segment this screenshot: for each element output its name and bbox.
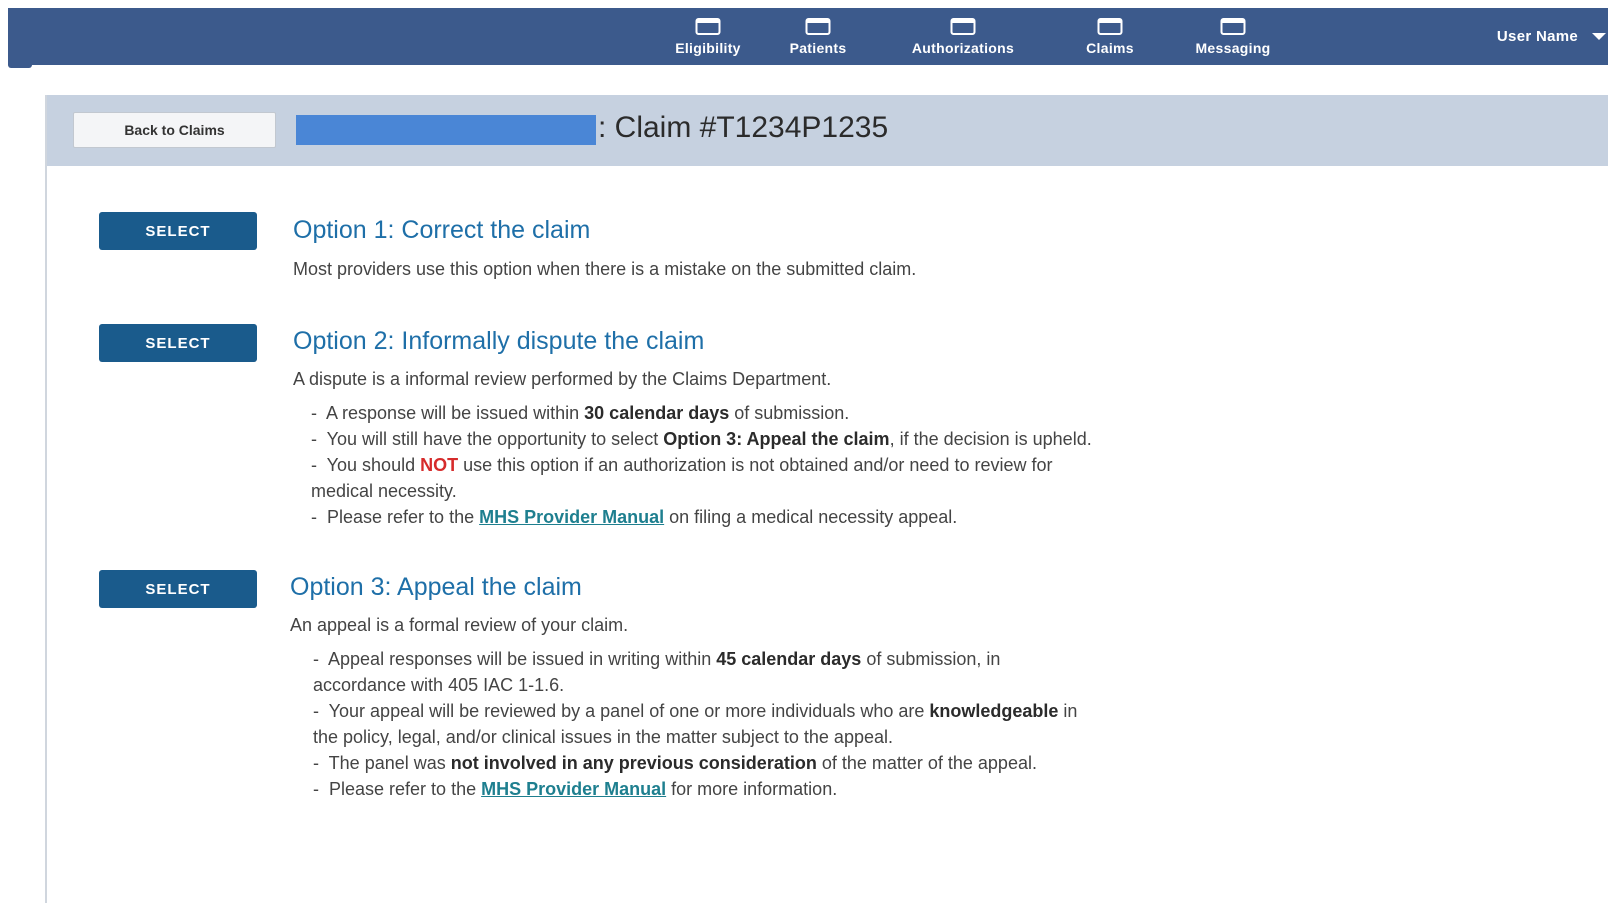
list-item: - Please refer to the MHS Provider Manua…: [313, 779, 838, 799]
messaging-icon: [1220, 18, 1246, 35]
option-1-description: Most providers use this option when ther…: [293, 259, 917, 279]
option-3-details: - Appeal responses will be issued in wri…: [313, 646, 1463, 802]
option-2-title: Option 2: Informally dispute the claim: [293, 327, 705, 355]
list-item: - Please refer to the MHS Provider Manua…: [311, 507, 958, 527]
redacted-field: [296, 115, 596, 145]
user-name: User Name: [1496, 28, 1578, 45]
list-item: - You will still have the opportunity to…: [311, 429, 1092, 449]
select-option-2-button[interactable]: SELECT: [99, 324, 257, 362]
top-nav-bar: Eligibility Patients Authorizations Clai…: [8, 8, 1608, 65]
back-to-claims-button[interactable]: Back to Claims: [73, 112, 276, 148]
warning-not: NOT: [420, 455, 459, 475]
list-item: - The panel was not involved in any prev…: [313, 753, 1037, 773]
option-2-description: A dispute is a informal review performed…: [293, 369, 832, 389]
nav-label: Authorizations: [911, 40, 1015, 56]
user-menu[interactable]: User Name: [1497, 8, 1608, 65]
nav-accent: [8, 65, 32, 68]
list-item: - You should NOT use this option if an a…: [311, 455, 1053, 501]
list-item: - Your appeal will be reviewed by a pane…: [313, 701, 1078, 747]
option-1-title: Option 1: Correct the claim: [293, 216, 591, 244]
page-title: : Claim #T1234P1235: [598, 111, 889, 144]
option-2-details: - A response will be issued within 30 ca…: [311, 400, 1461, 530]
nav-authorizations[interactable]: Authorizations: [883, 8, 1043, 65]
claim-options-panel: Back to Claims : Claim #T1234P1235 SELEC…: [45, 95, 1608, 903]
nav-claims[interactable]: Claims: [1060, 8, 1160, 65]
eligibility-icon: [695, 18, 721, 35]
mhs-provider-manual-link[interactable]: MHS Provider Manual: [481, 779, 666, 799]
nav-label: Messaging: [1195, 40, 1271, 56]
nav-label: Eligibility: [675, 40, 741, 56]
chevron-down-icon: [1592, 33, 1606, 40]
select-option-3-button[interactable]: SELECT: [99, 570, 257, 608]
nav-messaging[interactable]: Messaging: [1168, 8, 1298, 65]
patients-icon: [805, 18, 831, 35]
mhs-provider-manual-link[interactable]: MHS Provider Manual: [479, 507, 664, 527]
list-item: - A response will be issued within 30 ca…: [311, 403, 850, 423]
option-3-description: An appeal is a formal review of your cla…: [290, 615, 629, 635]
panel-header: Back to Claims : Claim #T1234P1235: [47, 95, 1608, 166]
nav-patients[interactable]: Patients: [768, 8, 868, 65]
select-option-1-button[interactable]: SELECT: [99, 212, 257, 250]
nav-label: Patients: [789, 40, 847, 56]
nav-eligibility[interactable]: Eligibility: [653, 8, 763, 65]
claims-icon: [1097, 18, 1123, 35]
nav-label: Claims: [1086, 40, 1134, 56]
list-item: - Appeal responses will be issued in wri…: [313, 649, 1001, 695]
option-3-title: Option 3: Appeal the claim: [290, 573, 582, 601]
authorizations-icon: [950, 18, 976, 35]
